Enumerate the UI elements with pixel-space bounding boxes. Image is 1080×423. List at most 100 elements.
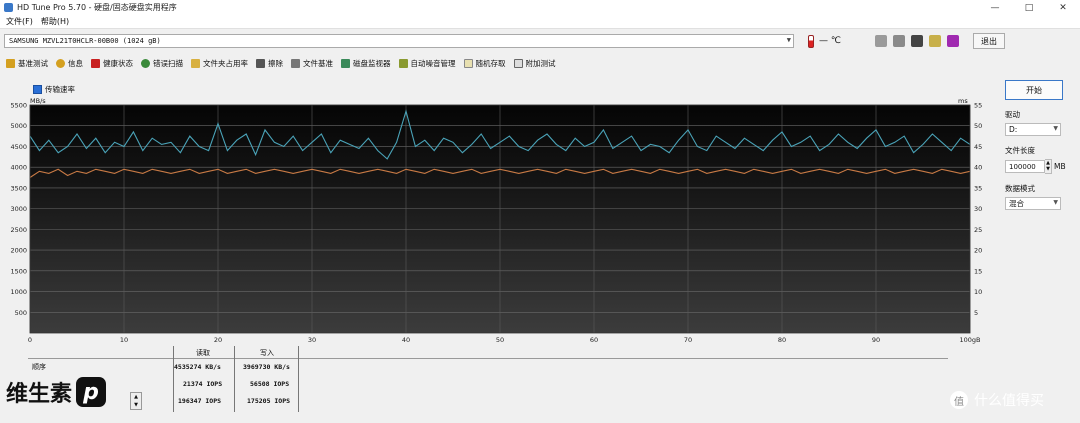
site-watermark-right: 值 什么值得买 xyxy=(950,390,1044,410)
read-value: 21374 IOPS xyxy=(183,380,223,388)
x-tick-label: 100gB xyxy=(960,336,981,344)
y-tick-label: 2500 xyxy=(10,226,27,234)
camera-icon[interactable] xyxy=(910,35,923,47)
tab-error-scan[interactable]: 错误扫描 xyxy=(141,58,183,69)
tab-info[interactable]: 信息 xyxy=(56,58,83,69)
x-tick-label: 20 xyxy=(214,336,222,344)
column-divider xyxy=(234,346,235,412)
tab-erase[interactable]: 擦除 xyxy=(256,58,283,69)
tab-label: 健康状态 xyxy=(103,58,133,68)
menu-bar: 文件(F) 帮助(H) xyxy=(0,15,1080,29)
tab-folder-usage[interactable]: 文件夹占用率 xyxy=(191,58,248,69)
watermark-icon: 值 xyxy=(950,391,968,409)
watermark-logo: p xyxy=(76,377,107,407)
read-header: 读取 xyxy=(196,349,210,357)
trash-icon xyxy=(256,58,265,68)
drive-letter-value: D: xyxy=(1009,125,1018,134)
download-icon[interactable] xyxy=(946,35,959,47)
x-tick-label: 0 xyxy=(28,336,32,344)
x-tick-label: 60 xyxy=(590,336,598,344)
file-size-stepper[interactable]: ▲ ▼ xyxy=(1045,159,1052,174)
y2-tick-label: 5 xyxy=(974,309,978,317)
results-header: 读取 写入 xyxy=(28,346,948,359)
temperature-display: — ℃ xyxy=(808,34,841,48)
folder-icon xyxy=(191,58,200,68)
info-icon xyxy=(56,58,65,68)
menu-help[interactable]: 帮助(H) xyxy=(41,16,69,27)
tab-file-benchmark[interactable]: 文件基准 xyxy=(291,58,333,69)
legend-label: 传输速率 xyxy=(45,85,75,94)
menu-file[interactable]: 文件(F) xyxy=(6,16,33,27)
y2-tick-label: 10 xyxy=(974,288,982,296)
drive-letter-select[interactable]: D: ▼ xyxy=(1005,123,1061,136)
watermark-text: 维生素 xyxy=(6,382,73,407)
y2-tick-label: 25 xyxy=(974,226,982,234)
tab-label: 磁盘监视器 xyxy=(353,58,391,68)
drive-bar: SAMSUNG MZVL21T0HCLR-00B00 (1024 gB) ▼ —… xyxy=(0,30,1080,52)
noise-icon xyxy=(398,58,408,68)
y2-tick-label: 50 xyxy=(974,122,982,130)
benchmark-icon xyxy=(6,58,15,68)
x-tick-label: 50 xyxy=(496,336,504,344)
start-button[interactable]: 开始 xyxy=(1005,80,1063,100)
file-icon xyxy=(291,58,300,68)
y2-tick-label: 35 xyxy=(974,184,982,192)
data-mode-label: 数据模式 xyxy=(1005,184,1035,193)
tools-icon[interactable] xyxy=(928,35,941,47)
x-tick-label: 70 xyxy=(684,336,692,344)
file-size-field: 100000 ▲ ▼ MB xyxy=(1005,159,1073,174)
tab-noise-management[interactable]: 自动噪音管理 xyxy=(398,58,456,69)
y2-tick-label: 30 xyxy=(974,205,982,213)
legend-checkbox[interactable] xyxy=(33,85,42,94)
read-value: 4535274 KB/s xyxy=(174,363,221,371)
file-size-input[interactable]: 100000 xyxy=(1005,160,1045,173)
write-value: 56508 IOPS xyxy=(250,380,290,388)
random-icon xyxy=(463,58,473,68)
tab-health[interactable]: 健康状态 xyxy=(91,58,133,69)
file-size-unit: MB xyxy=(1054,162,1066,171)
tab-extra-tests[interactable]: 附加测试 xyxy=(513,58,556,69)
drive-select[interactable]: SAMSUNG MZVL21T0HCLR-00B00 (1024 gB) ▼ xyxy=(4,34,794,48)
window-title: HD Tune Pro 5.70 - 硬盘/固态硬盘实用程序 xyxy=(17,3,177,12)
close-button[interactable]: ✕ xyxy=(1046,0,1080,15)
x-tick-label: 80 xyxy=(778,336,786,344)
y2-tick-label: 40 xyxy=(974,164,982,172)
tab-label: 信息 xyxy=(68,58,83,68)
monitor-icon xyxy=(341,58,350,68)
results-table: 读取 写入 顺序 4535274 KB/s 3969730 KB/s 21374… xyxy=(28,346,948,416)
tab-label: 基准测试 xyxy=(18,58,48,68)
tab-label: 随机存取 xyxy=(475,58,506,68)
toolbar-icons xyxy=(874,35,959,47)
tab-disk-monitor[interactable]: 磁盘监视器 xyxy=(341,58,391,69)
y2-tick-label: 20 xyxy=(974,247,982,255)
watermark-text: 什么值得买 xyxy=(974,393,1044,409)
x-tick-label: 10 xyxy=(120,336,128,344)
transfer-rate-chart: 5001000150020002500300035004000450050005… xyxy=(10,102,982,345)
maximize-button[interactable]: □ xyxy=(1012,0,1046,15)
column-divider xyxy=(298,346,299,412)
chevron-down-icon: ▼ xyxy=(1053,199,1058,206)
y2-tick-label: 45 xyxy=(974,143,982,151)
tab-benchmark[interactable]: 基准测试 xyxy=(6,58,48,69)
app-icon xyxy=(4,3,13,12)
data-mode-select[interactable]: 混合 ▼ xyxy=(1005,197,1061,210)
y-tick-label: 3000 xyxy=(10,205,27,213)
minimize-button[interactable]: — xyxy=(978,0,1012,15)
tab-label: 自动噪音管理 xyxy=(410,58,456,68)
y2-tick-label: 15 xyxy=(974,267,982,275)
copy-icon[interactable] xyxy=(892,35,905,47)
x-tick-label: 30 xyxy=(308,336,316,344)
write-value: 3969730 KB/s xyxy=(243,363,290,371)
chart-legend: 传输速率 xyxy=(33,84,75,95)
tab-label: 擦除 xyxy=(268,58,283,68)
tab-random-access[interactable]: 随机存取 xyxy=(463,58,506,69)
health-icon xyxy=(91,58,100,68)
spin-button[interactable]: ▲ ▼ xyxy=(130,392,142,410)
tab-label: 文件基准 xyxy=(303,58,333,68)
y-tick-label: 4000 xyxy=(10,164,27,172)
copy-icon[interactable] xyxy=(874,35,887,47)
exit-button[interactable]: 退出 xyxy=(972,33,1005,49)
file-size-label: 文件长度 xyxy=(1005,146,1035,155)
title-bar: HD Tune Pro 5.70 - 硬盘/固态硬盘实用程序 — □ ✕ xyxy=(0,0,1080,15)
write-value: 175205 IOPS xyxy=(247,397,291,405)
